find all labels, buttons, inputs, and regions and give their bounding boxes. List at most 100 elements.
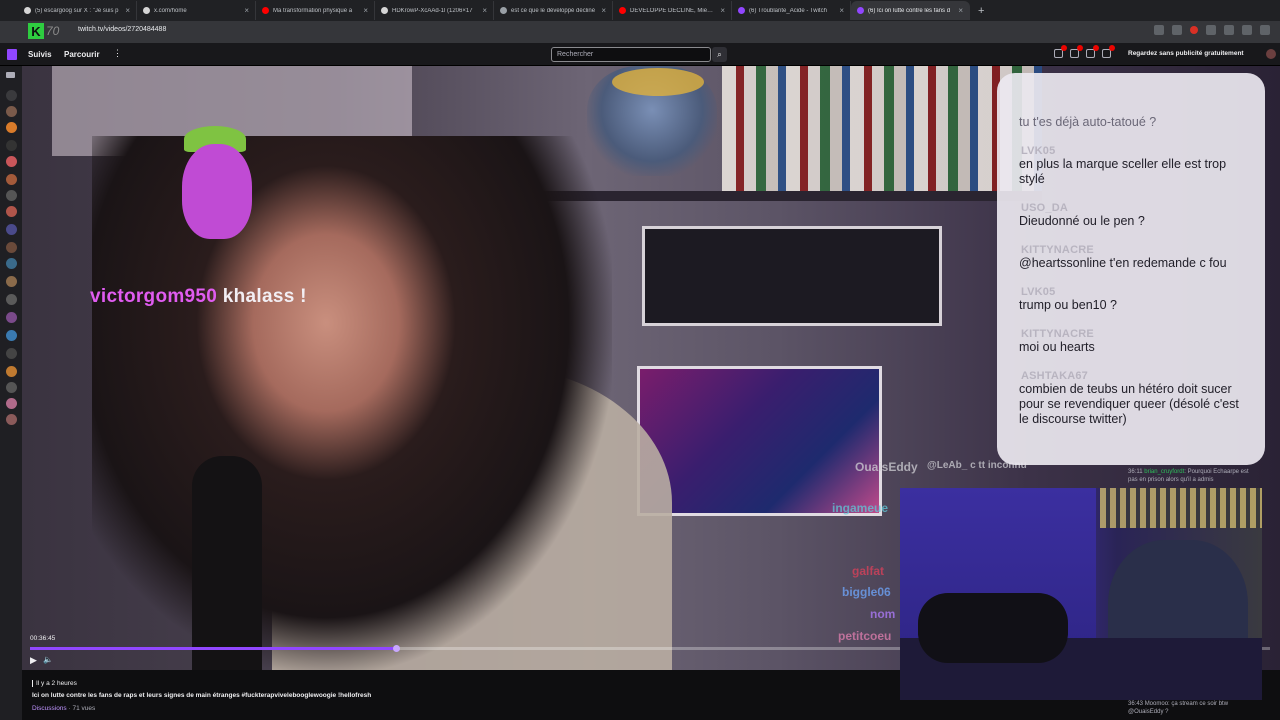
twitch-logo-icon[interactable]	[7, 49, 17, 60]
browser-toolbar-icons	[1154, 25, 1270, 35]
notification-badge	[1061, 45, 1067, 51]
side-chat-message: 36:43 Moomoo: ça stream ce soir btw @Oua…	[1128, 701, 1229, 715]
channel-avatar[interactable]	[6, 106, 17, 117]
crown-icon[interactable]	[1102, 45, 1115, 58]
framed-print	[642, 226, 942, 326]
notification-badge	[1077, 45, 1083, 51]
volume-icon[interactable]: 🔈	[43, 655, 53, 664]
video-info: Il y a 2 heures Ici on lutte contre les …	[22, 670, 882, 720]
browser-tab[interactable]: est ce que le développé décliné ×	[494, 1, 613, 20]
chat-message-text: trump ou ben10 ?	[1019, 298, 1117, 312]
channel-avatar[interactable]	[6, 398, 17, 409]
chat-message: USO_DA Dieudonné ou le pen ?	[1019, 202, 1247, 229]
tab-close-icon[interactable]: ×	[125, 6, 130, 15]
chat-message-text: tu t'es déjà auto-tatoué ?	[1019, 115, 1157, 129]
chat-message: ASHTAKA67 combien de teubs un hétéro doi…	[1019, 370, 1247, 427]
channel-avatar[interactable]	[6, 312, 17, 323]
address-bar-url[interactable]: twitch.tv/videos/2720484488	[78, 26, 166, 33]
browser-tab[interactable]: DÉVELOPPÉ DÉCLINÉ, Mieux qu ×	[613, 1, 732, 20]
channel-avatar[interactable]	[6, 224, 17, 235]
stream-alert: victorgom950 khalass !	[90, 286, 307, 308]
extensions-puzzle-icon[interactable]	[1224, 25, 1234, 35]
channel-avatar[interactable]	[6, 348, 17, 359]
translate-icon[interactable]	[1154, 25, 1164, 35]
notification-badge	[1109, 45, 1115, 51]
channel-avatar[interactable]	[6, 258, 17, 269]
inbox-icon[interactable]	[1054, 45, 1067, 58]
chat-username[interactable]: brian_cruyfordt	[1144, 469, 1184, 475]
collapse-sidebar-icon[interactable]	[6, 72, 15, 78]
search-input[interactable]: Rechercher	[551, 47, 711, 62]
nav-notification-icons	[1054, 45, 1115, 58]
channel-avatar[interactable]	[6, 156, 17, 167]
more-options-icon[interactable]: ⋮	[113, 48, 122, 59]
channel-avatar[interactable]	[6, 206, 17, 217]
chat-username: KITTYNACRE	[1021, 328, 1094, 340]
chat-username[interactable]: Moomoo	[1145, 701, 1168, 707]
browser-tab[interactable]: (5) escargoog sur X : "Je suis p ×	[18, 1, 137, 20]
overlay-chat-card: tu t'es déjà auto-tatoué ? LVK05 en plus…	[997, 73, 1265, 465]
tab-close-icon[interactable]: ×	[244, 6, 249, 15]
channel-avatar[interactable]	[6, 122, 17, 133]
extension-icon[interactable]	[1206, 25, 1216, 35]
chat-username: ASHTAKA67	[1021, 370, 1088, 382]
ad-free-link[interactable]: Regardez sans publicité gratuitement	[1128, 50, 1244, 57]
channel-avatar[interactable]	[6, 294, 17, 305]
browser-tab[interactable]: x.com/home ×	[137, 1, 256, 20]
tab-close-icon[interactable]: ×	[363, 6, 368, 15]
chat-message: LVK05 trump ou ben10 ?	[1019, 286, 1247, 313]
nav-browse[interactable]: Parcourir	[64, 50, 100, 59]
tab-favicon-icon	[738, 7, 745, 14]
floating-chat-name: OuaisEddy	[855, 460, 918, 474]
chat-username: LVK05	[1021, 286, 1056, 298]
tab-close-icon[interactable]: ×	[839, 6, 844, 15]
profile-icon[interactable]	[1242, 25, 1252, 35]
tab-close-icon[interactable]: ×	[720, 6, 725, 15]
whispers-icon[interactable]	[1070, 45, 1083, 58]
tab-close-icon[interactable]: ×	[601, 6, 606, 15]
nav-following[interactable]: Suivis	[28, 50, 52, 59]
chat-message: tu t'es déjà auto-tatoué ?	[1019, 115, 1247, 130]
channel-avatar[interactable]	[6, 190, 17, 201]
tab-close-icon[interactable]: ×	[482, 6, 487, 15]
browser-tab[interactable]: (6) Troublante_Acide - Twitch ×	[732, 1, 851, 20]
chat-username: KITTYNACRE	[1021, 244, 1094, 256]
webcam-overlay	[900, 488, 1262, 700]
tab-favicon-icon	[619, 7, 626, 14]
browser-menu-icon[interactable]	[1260, 25, 1270, 35]
browser-tab-active[interactable]: (6) Ici on lutte contre les fans d ×	[851, 1, 970, 20]
channel-avatar[interactable]	[6, 276, 17, 287]
browser-tab[interactable]: Ma transformation physique a ×	[256, 1, 375, 20]
tab-close-icon[interactable]: ×	[958, 6, 963, 15]
chat-message-text: @heartssonline t'en redemande c fou	[1019, 256, 1227, 270]
channel-avatar[interactable]	[6, 366, 17, 377]
channel-avatar[interactable]	[6, 242, 17, 253]
seek-bar-handle[interactable]	[392, 645, 400, 652]
search-button[interactable]: ⌕	[712, 47, 727, 62]
chat-message-text: Dieudonné ou le pen ?	[1019, 214, 1145, 228]
address-bar-row: K 70 twitch.tv/videos/2720484488	[0, 21, 1280, 43]
channel-avatar[interactable]	[6, 330, 17, 341]
microphone	[192, 456, 262, 670]
published-ago: Il y a 2 heures	[32, 680, 77, 687]
extension-red-icon[interactable]	[1190, 26, 1198, 34]
side-chat-message: 36:11 brian_cruyfordt: Pourquoi Echaarpe…	[1128, 469, 1249, 483]
heart-icon[interactable]	[6, 90, 17, 101]
notifications-icon[interactable]	[1086, 45, 1099, 58]
tab-favicon-icon	[500, 7, 507, 14]
category-link[interactable]: Discussions	[32, 705, 67, 712]
new-tab-button[interactable]: +	[978, 5, 984, 17]
channel-avatar[interactable]	[6, 382, 17, 393]
seek-bar-progress	[30, 647, 396, 650]
browser-tab[interactable]: HDKrowP-XcAAd-1l (1206×17 ×	[375, 1, 494, 20]
bookmark-star-icon[interactable]	[1172, 25, 1182, 35]
play-icon[interactable]: ▶	[30, 655, 37, 666]
user-avatar[interactable]	[1266, 49, 1276, 59]
tab-favicon-icon	[143, 7, 150, 14]
video-title: Ici on lutte contre les fans de raps et …	[32, 692, 372, 699]
tab-favicon-icon	[262, 7, 269, 14]
channel-avatar[interactable]	[6, 174, 17, 185]
channel-avatar[interactable]	[6, 140, 17, 151]
channel-avatar[interactable]	[6, 414, 17, 425]
floating-chat-name: galfat	[852, 564, 885, 578]
